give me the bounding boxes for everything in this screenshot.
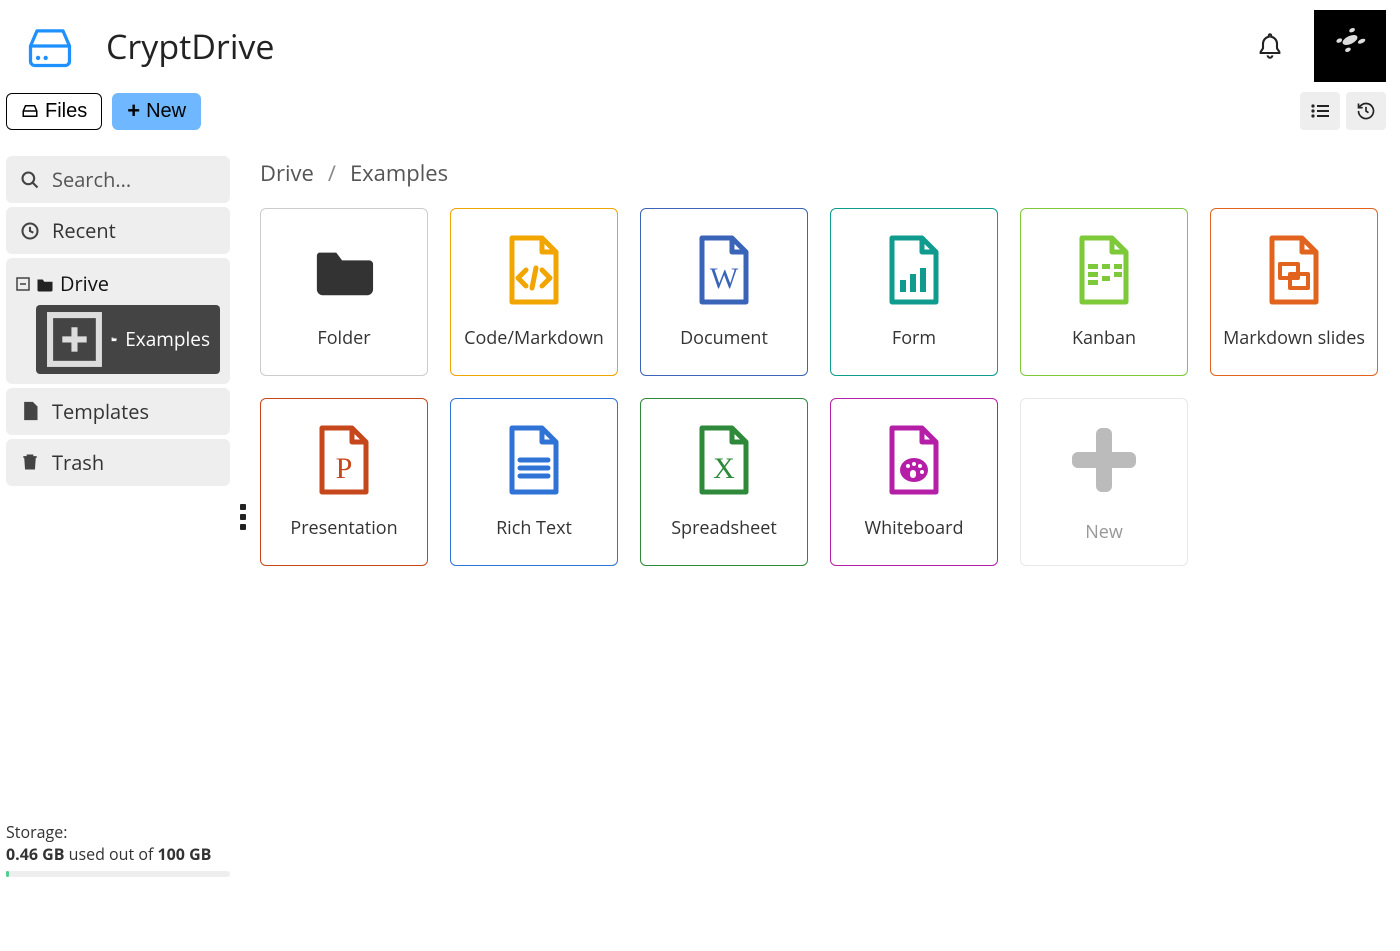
tile-code[interactable]: Code/Markdown — [450, 208, 618, 376]
plus-icon: + — [127, 102, 140, 120]
trash-icon — [20, 452, 40, 472]
sidebar-resize-handle[interactable] — [240, 504, 246, 530]
kanban-file-icon — [1073, 234, 1135, 306]
template-icon — [20, 401, 40, 421]
file-grid: Folder Code/Markdown W Document Form Kan… — [260, 208, 1380, 566]
storage-used: 0.46 GB — [6, 843, 65, 865]
richtext-file-icon — [503, 424, 565, 496]
whiteboard-file-icon — [883, 424, 945, 496]
tile-label: Form — [892, 326, 936, 350]
tile-new[interactable]: New — [1020, 398, 1188, 566]
tile-label: Code/Markdown — [464, 326, 604, 350]
collapse-icon[interactable] — [16, 277, 30, 291]
tile-label: Whiteboard — [865, 516, 964, 540]
tile-label: Presentation — [290, 516, 397, 540]
tile-label: Kanban — [1072, 326, 1136, 350]
slides-file-icon — [1263, 234, 1325, 306]
tile-kanban[interactable]: Kanban — [1020, 208, 1188, 376]
storage-bar — [6, 871, 230, 877]
sidebar-item-label: Templates — [52, 398, 149, 425]
breadcrumb-current[interactable]: Examples — [350, 158, 448, 188]
form-file-icon — [883, 234, 945, 306]
list-view-button[interactable] — [1300, 92, 1340, 130]
storage-title: Storage: — [6, 821, 230, 843]
sidebar-item-templates[interactable]: Templates — [6, 388, 230, 435]
tree-item-label: Drive — [60, 270, 109, 297]
storage-mid: used out of — [65, 843, 158, 865]
list-icon — [1310, 103, 1330, 119]
folder-icon — [313, 234, 375, 306]
word-file-icon: W — [693, 234, 755, 306]
sidebar-item-label: Trash — [52, 449, 104, 476]
tile-label: Markdown slides — [1223, 326, 1365, 350]
tile-form[interactable]: Form — [830, 208, 998, 376]
folder-solid-icon — [36, 276, 54, 292]
user-avatar[interactable] — [1314, 10, 1386, 82]
code-file-icon — [503, 234, 565, 306]
presentation-file-icon: P — [313, 424, 375, 496]
files-button-label: Files — [45, 100, 87, 123]
history-button[interactable] — [1346, 92, 1386, 130]
history-icon — [1356, 101, 1376, 121]
notifications-icon[interactable] — [1256, 32, 1284, 60]
breadcrumb-root[interactable]: Drive — [260, 158, 314, 188]
breadcrumb-separator: / — [328, 158, 336, 188]
new-button[interactable]: + New — [112, 93, 201, 130]
sidebar-tree: Drive Examples — [6, 258, 230, 384]
storage-bar-fill — [6, 871, 9, 877]
app-title: CryptDrive — [106, 23, 1256, 69]
top-bar: CryptDrive — [0, 0, 1400, 92]
sidebar-item-recent[interactable]: Recent — [6, 207, 230, 254]
tree-item-label: Examples — [125, 326, 210, 352]
drive-small-icon — [21, 103, 39, 119]
new-button-label: New — [146, 100, 186, 123]
tile-rich-text[interactable]: Rich Text — [450, 398, 618, 566]
spreadsheet-file-icon: X — [693, 424, 755, 496]
svg-text:X: X — [713, 452, 735, 485]
tile-whiteboard[interactable]: Whiteboard — [830, 398, 998, 566]
tile-label: Spreadsheet — [671, 516, 777, 540]
sidebar-item-trash[interactable]: Trash — [6, 439, 230, 486]
tile-markdown-slides[interactable]: Markdown slides — [1210, 208, 1378, 376]
sidebar-item-label: Recent — [52, 217, 116, 244]
plus-large-icon — [1064, 420, 1144, 500]
clock-icon — [20, 221, 40, 241]
main-panel: Drive / Examples Folder Code/Markdown W … — [236, 156, 1400, 566]
search-placeholder: Search... — [52, 166, 131, 193]
folder-open-icon — [111, 331, 117, 347]
tree-item-drive[interactable]: Drive — [16, 268, 220, 299]
tile-presentation[interactable]: P Presentation — [260, 398, 428, 566]
files-button[interactable]: Files — [6, 93, 102, 130]
svg-text:P: P — [336, 452, 353, 485]
tile-label: Rich Text — [496, 516, 572, 540]
tile-label: New — [1085, 520, 1123, 544]
drive-app-icon — [24, 24, 76, 68]
tile-label: Document — [680, 326, 768, 350]
toolbar: Files + New — [0, 92, 1400, 130]
tile-spreadsheet[interactable]: X Spreadsheet — [640, 398, 808, 566]
tile-label: Folder — [317, 326, 370, 350]
search-input[interactable]: Search... — [6, 156, 230, 203]
tree-item-examples[interactable]: Examples — [36, 305, 220, 374]
storage-indicator: Storage: 0.46 GB used out of 100 GB — [6, 821, 230, 877]
tile-folder[interactable]: Folder — [260, 208, 428, 376]
expand-icon[interactable] — [46, 311, 103, 368]
tile-document[interactable]: W Document — [640, 208, 808, 376]
search-icon — [20, 170, 40, 190]
svg-text:W: W — [710, 262, 739, 295]
storage-total: 100 GB — [157, 843, 211, 865]
sidebar: Search... Recent Drive Examples Template… — [0, 156, 236, 566]
breadcrumb: Drive / Examples — [260, 158, 1380, 188]
